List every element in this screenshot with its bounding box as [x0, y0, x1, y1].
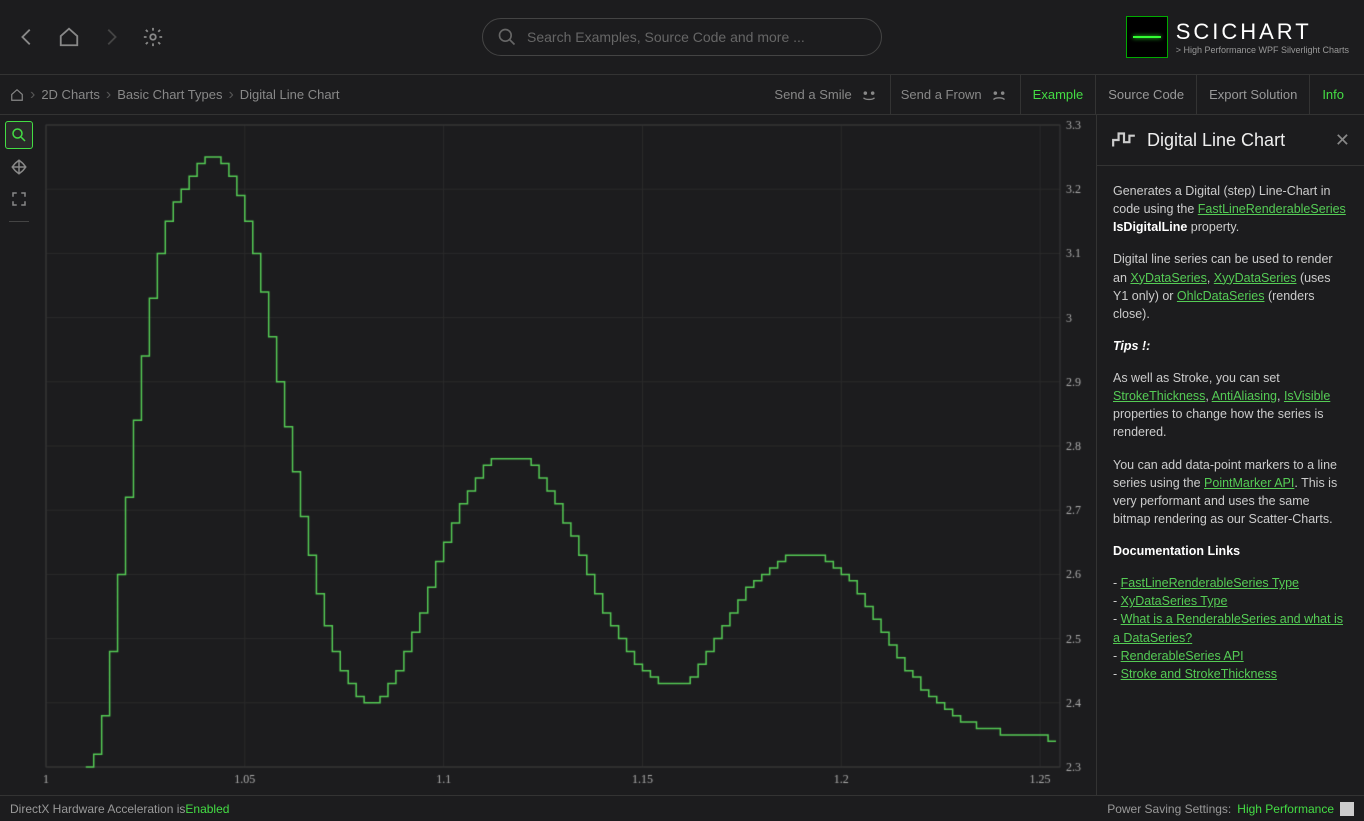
back-button[interactable]: [15, 25, 39, 49]
logo-icon: [1126, 16, 1168, 58]
directx-state: Enabled: [185, 802, 229, 816]
doc-link[interactable]: Stroke and StrokeThickness: [1121, 667, 1277, 681]
top-bar: SCICHART > High Performance WPF Silverli…: [0, 0, 1364, 75]
power-settings-button[interactable]: [1340, 802, 1354, 816]
search-icon: [497, 27, 517, 47]
separator: [9, 221, 29, 222]
tab-source-code[interactable]: Source Code: [1096, 75, 1197, 114]
logo-tagline: > High Performance WPF Silverlight Chart…: [1176, 45, 1349, 55]
link-fastline[interactable]: FastLineRenderableSeries: [1198, 202, 1346, 216]
forward-button[interactable]: [99, 25, 123, 49]
tab-bar: › 2D Charts › Basic Chart Types › Digita…: [0, 75, 1364, 115]
breadcrumb-item[interactable]: 2D Charts: [41, 87, 100, 102]
link-isvisible[interactable]: IsVisible: [1284, 389, 1330, 403]
send-smile-button[interactable]: Send a Smile: [764, 75, 890, 114]
panel-title: Digital Line Chart: [1147, 130, 1285, 151]
breadcrumb-home[interactable]: [10, 88, 24, 102]
breadcrumb: › 2D Charts › Basic Chart Types › Digita…: [0, 86, 340, 104]
tab-export-solution[interactable]: Export Solution: [1197, 75, 1310, 114]
link-xydataseries[interactable]: XyDataSeries: [1130, 271, 1206, 285]
tool-strip: [0, 115, 38, 795]
settings-button[interactable]: [141, 25, 165, 49]
smile-icon: [858, 84, 880, 106]
breadcrumb-item[interactable]: Digital Line Chart: [240, 87, 340, 102]
logo: SCICHART > High Performance WPF Silverli…: [1126, 16, 1349, 58]
doc-link[interactable]: What is a RenderableSeries and what is a…: [1113, 612, 1343, 644]
link-pointmarker[interactable]: PointMarker API: [1204, 476, 1294, 490]
link-ohlc[interactable]: OhlcDataSeries: [1177, 289, 1265, 303]
frown-icon: [988, 84, 1010, 106]
power-label: Power Saving Settings:: [1107, 802, 1231, 816]
doc-link[interactable]: FastLineRenderableSeries Type: [1121, 576, 1299, 590]
tab-info[interactable]: Info: [1310, 75, 1364, 114]
pan-tool[interactable]: [5, 153, 33, 181]
chart-canvas: [38, 115, 1096, 795]
breadcrumb-item[interactable]: Basic Chart Types: [117, 87, 222, 102]
status-bar: DirectX Hardware Acceleration is Enabled…: [0, 795, 1364, 821]
info-panel: Digital Line Chart ✕ Generates a Digital…: [1096, 115, 1364, 795]
close-panel-button[interactable]: ✕: [1335, 130, 1350, 151]
doc-link[interactable]: RenderableSeries API: [1121, 649, 1244, 663]
zoom-tool[interactable]: [5, 121, 33, 149]
zoom-extents-tool[interactable]: [5, 185, 33, 213]
search-input[interactable]: [527, 29, 867, 45]
chevron-right-icon: ›: [28, 86, 37, 104]
chevron-right-icon: ›: [104, 86, 113, 104]
step-line-icon: [1111, 127, 1137, 153]
chevron-right-icon: ›: [226, 86, 235, 104]
link-strokethickness[interactable]: StrokeThickness: [1113, 389, 1205, 403]
search-box[interactable]: [482, 18, 882, 56]
link-antialiasing[interactable]: AntiAliasing: [1212, 389, 1277, 403]
tab-example[interactable]: Example: [1021, 75, 1097, 114]
link-xyydataseries[interactable]: XyyDataSeries: [1214, 271, 1297, 285]
documentation-links: FastLineRenderableSeries Type XyDataSerie…: [1113, 574, 1348, 683]
doc-link[interactable]: XyDataSeries Type: [1121, 594, 1228, 608]
directx-label: DirectX Hardware Acceleration is: [10, 802, 185, 816]
send-frown-button[interactable]: Send a Frown: [891, 75, 1021, 114]
home-button[interactable]: [57, 25, 81, 49]
panel-body: Generates a Digital (step) Line-Chart in…: [1097, 166, 1364, 699]
power-value: High Performance: [1237, 802, 1334, 816]
chart-area[interactable]: [38, 115, 1096, 795]
logo-name: SCICHART: [1176, 19, 1349, 45]
